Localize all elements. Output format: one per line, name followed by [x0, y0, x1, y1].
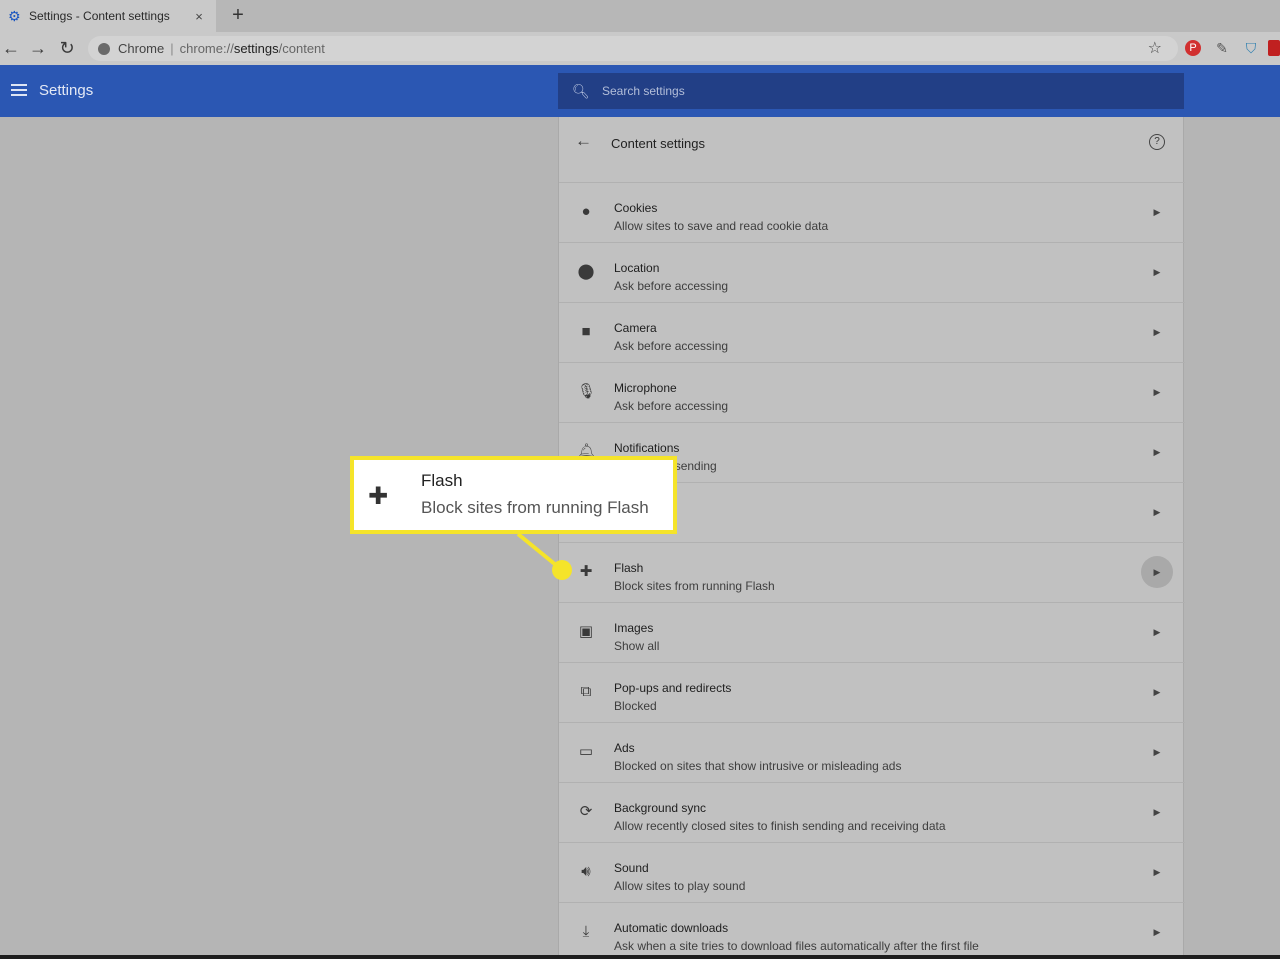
flash-callout: ✚ Flash Block sites from running Flash [350, 456, 677, 534]
callout-label: Flash [421, 471, 463, 490]
puzzle-icon: ✚ [368, 483, 389, 510]
callout-description: Block sites from running Flash [421, 498, 649, 517]
taskbar-edge [0, 955, 1280, 959]
